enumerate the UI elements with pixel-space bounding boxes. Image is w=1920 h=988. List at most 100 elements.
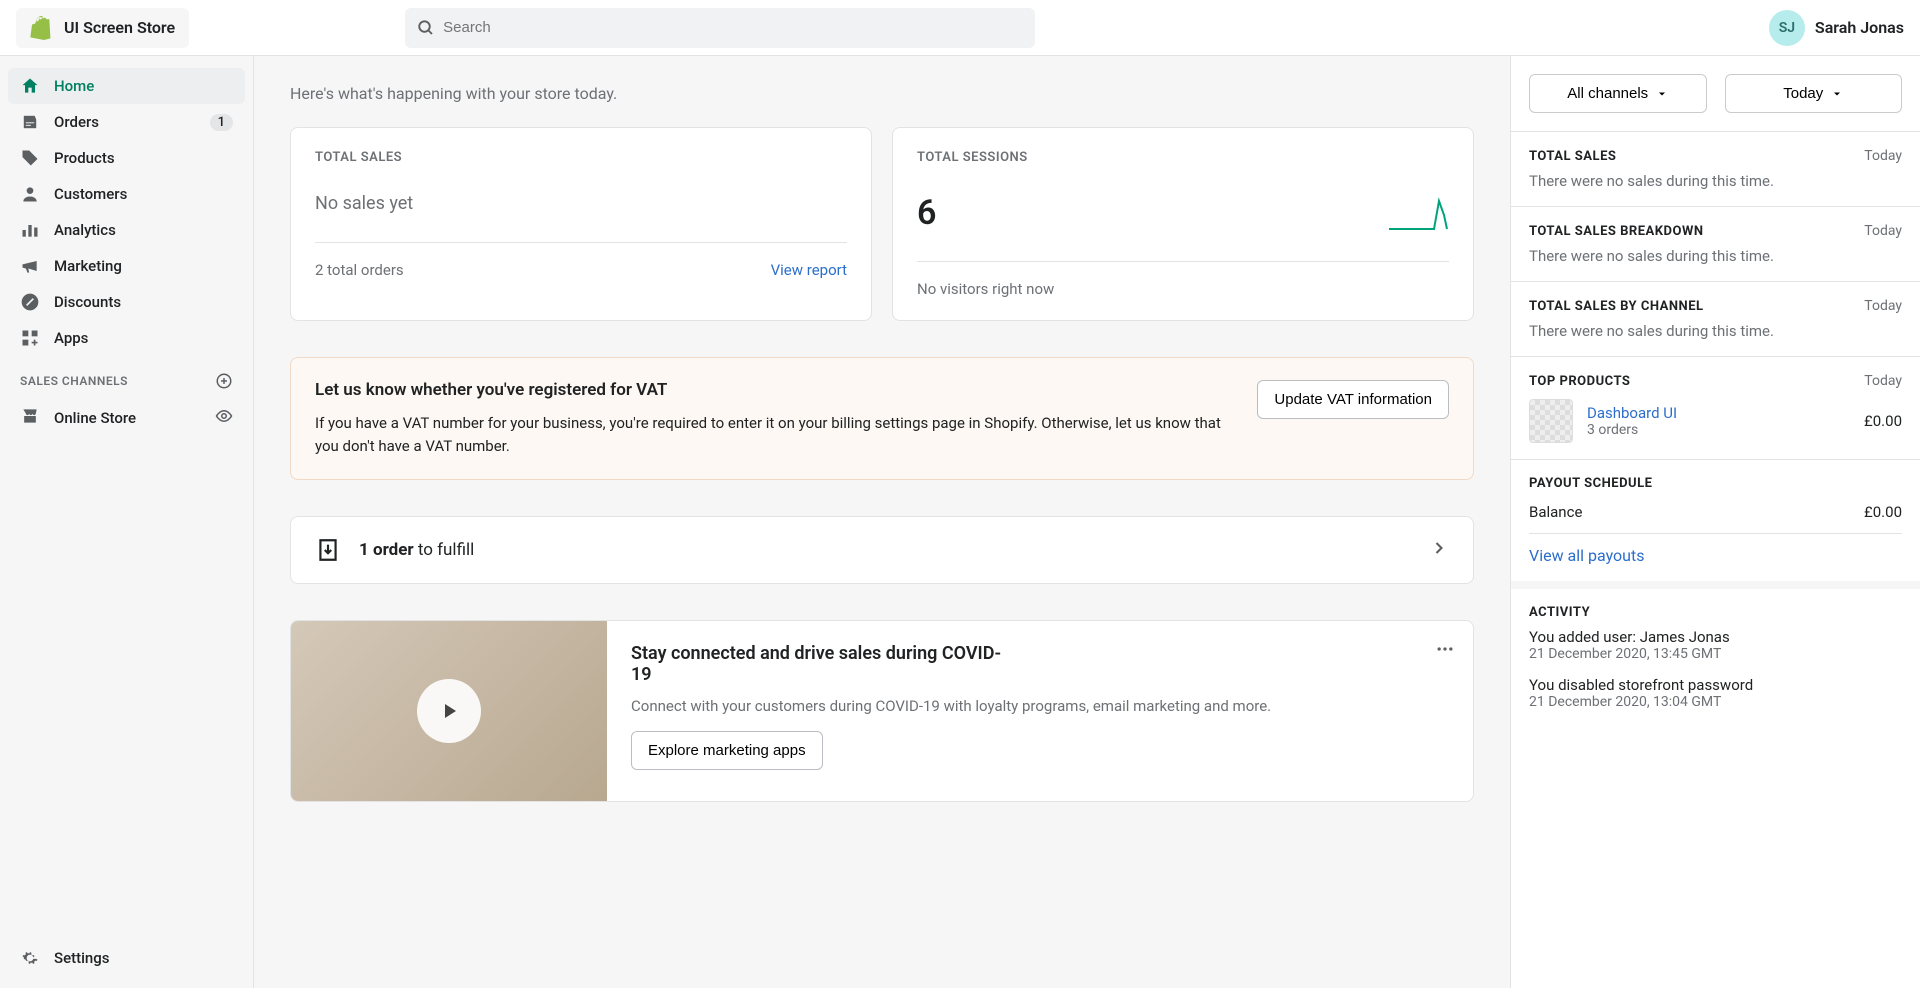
rp-sales-breakdown: TOTAL SALES BREAKDOWNToday There were no… (1511, 206, 1920, 281)
rp-total-sales: TOTAL SALESToday There were no sales dur… (1511, 131, 1920, 206)
balance-label: Balance (1529, 503, 1582, 521)
chevron-right-icon (1429, 538, 1449, 562)
search-input[interactable] (443, 19, 1023, 36)
chevron-down-icon (1831, 88, 1843, 100)
rp-payout: PAYOUT SCHEDULE Balance £0.00 View all p… (1511, 459, 1920, 581)
nav-label: Marketing (54, 257, 122, 275)
sidebar-item-marketing[interactable]: Marketing (8, 248, 245, 284)
product-name-link[interactable]: Dashboard UI (1587, 404, 1677, 422)
right-panel: All channels Today TOTAL SALESToday Ther… (1510, 56, 1920, 988)
total-sales-value: No sales yet (315, 193, 847, 214)
period-label: Today (1783, 85, 1823, 102)
nav-label: Settings (54, 949, 110, 967)
sidebar-item-settings[interactable]: Settings (8, 940, 245, 976)
product-orders: 3 orders (1587, 422, 1677, 438)
topbar: UI Screen Store SJ Sarah Jonas (0, 0, 1920, 56)
chart-icon (20, 220, 40, 240)
rp-label: TOTAL SALES BY CHANNEL (1529, 299, 1704, 314)
explore-apps-button[interactable]: Explore marketing apps (631, 731, 823, 770)
nav-label: Home (54, 77, 94, 95)
person-icon (20, 184, 40, 204)
avatar: SJ (1769, 10, 1805, 46)
rp-period: Today (1864, 148, 1902, 164)
rp-text: There were no sales during this time. (1529, 172, 1902, 190)
add-channel-icon[interactable] (215, 372, 233, 390)
sessions-sparkline (1389, 195, 1449, 231)
balance-value: £0.00 (1864, 503, 1902, 521)
store-selector[interactable]: UI Screen Store (16, 8, 189, 48)
search-box[interactable] (405, 8, 1035, 48)
kebab-icon[interactable] (1435, 639, 1455, 663)
vat-callout: Let us know whether you've registered fo… (290, 357, 1474, 480)
discount-icon (20, 292, 40, 312)
orders-icon (20, 112, 40, 132)
sidebar-item-apps[interactable]: Apps (8, 320, 245, 356)
chevron-down-icon (1656, 88, 1668, 100)
product-row[interactable]: Dashboard UI 3 orders £0.00 (1529, 399, 1902, 443)
fulfill-icon (315, 537, 341, 563)
rp-period: Today (1864, 298, 1902, 314)
store-icon (20, 406, 40, 430)
home-icon (20, 76, 40, 96)
view-store-icon[interactable] (215, 407, 233, 429)
channels-label: All channels (1567, 85, 1648, 102)
card-label: TOTAL SALES (315, 150, 847, 165)
product-thumbnail (1529, 399, 1573, 443)
product-price: £0.00 (1864, 412, 1902, 430)
shopify-icon (30, 16, 54, 40)
channels-heading-text: SALES CHANNELS (20, 374, 128, 388)
sidebar-item-home[interactable]: Home (8, 68, 245, 104)
rp-label: PAYOUT SCHEDULE (1529, 476, 1652, 491)
period-dropdown[interactable]: Today (1725, 74, 1903, 113)
sidebar-item-discounts[interactable]: Discounts (8, 284, 245, 320)
nav-label: Apps (54, 329, 88, 347)
rp-label: TOP PRODUCTS (1529, 374, 1630, 389)
activity-text: You added user: James Jonas (1529, 628, 1902, 646)
sessions-value: 6 (917, 193, 936, 233)
store-name: UI Screen Store (64, 18, 175, 37)
total-sales-card: TOTAL SALES No sales yet 2 total orders … (290, 127, 872, 321)
sidebar-item-customers[interactable]: Customers (8, 176, 245, 212)
visitors-text: No visitors right now (917, 280, 1054, 298)
sidebar-item-products[interactable]: Products (8, 140, 245, 176)
sidebar-item-online-store[interactable]: Online Store (8, 398, 245, 438)
view-report-link[interactable]: View report (771, 261, 847, 279)
media-title: Stay connected and drive sales during CO… (631, 643, 1011, 685)
main-content: Here's what's happening with your store … (254, 56, 1510, 988)
play-icon (417, 679, 481, 743)
nav-label: Orders (54, 113, 99, 131)
update-vat-button[interactable]: Update VAT information (1257, 380, 1449, 419)
fulfill-card[interactable]: 1 order to fulfill (290, 516, 1474, 584)
rp-sales-channel: TOTAL SALES BY CHANNEL Today There were n… (1511, 281, 1920, 356)
channels-dropdown[interactable]: All channels (1529, 74, 1707, 113)
nav-label: Customers (54, 185, 127, 203)
activity-item: You disabled storefront password 21 Dece… (1529, 676, 1902, 710)
megaphone-icon (20, 256, 40, 276)
rp-label: TOTAL SALES BREAKDOWN (1529, 224, 1704, 239)
search-icon (417, 19, 435, 37)
user-menu[interactable]: SJ Sarah Jonas (1769, 10, 1904, 46)
fulfill-text: 1 order to fulfill (359, 540, 474, 560)
rp-activity: ACTIVITY You added user: James Jonas 21 … (1511, 581, 1920, 740)
activity-item: You added user: James Jonas 21 December … (1529, 628, 1902, 662)
channels-heading: SALES CHANNELS (8, 356, 245, 398)
nav-label: Analytics (54, 221, 116, 239)
sidebar-item-orders[interactable]: Orders 1 (8, 104, 245, 140)
rp-label: ACTIVITY (1529, 605, 1590, 620)
nav-label: Products (54, 149, 115, 167)
view-payouts-link[interactable]: View all payouts (1529, 546, 1902, 565)
orders-badge: 1 (210, 114, 233, 131)
orders-count: 2 total orders (315, 261, 404, 279)
rp-period: Today (1864, 373, 1902, 389)
card-label: TOTAL SESSIONS (917, 150, 1449, 165)
vat-body: If you have a VAT number for your busine… (315, 412, 1233, 457)
fulfill-count: 1 order (359, 540, 414, 560)
fulfill-suffix: to fulfill (414, 540, 475, 560)
video-thumbnail[interactable] (291, 621, 607, 801)
total-sessions-card: TOTAL SESSIONS 6 No visitors right now (892, 127, 1474, 321)
media-body-text: Connect with your customers during COVID… (631, 697, 1449, 715)
rp-text: There were no sales during this time. (1529, 322, 1902, 340)
sidebar-item-analytics[interactable]: Analytics (8, 212, 245, 248)
tag-icon (20, 148, 40, 168)
gear-icon (20, 948, 40, 968)
